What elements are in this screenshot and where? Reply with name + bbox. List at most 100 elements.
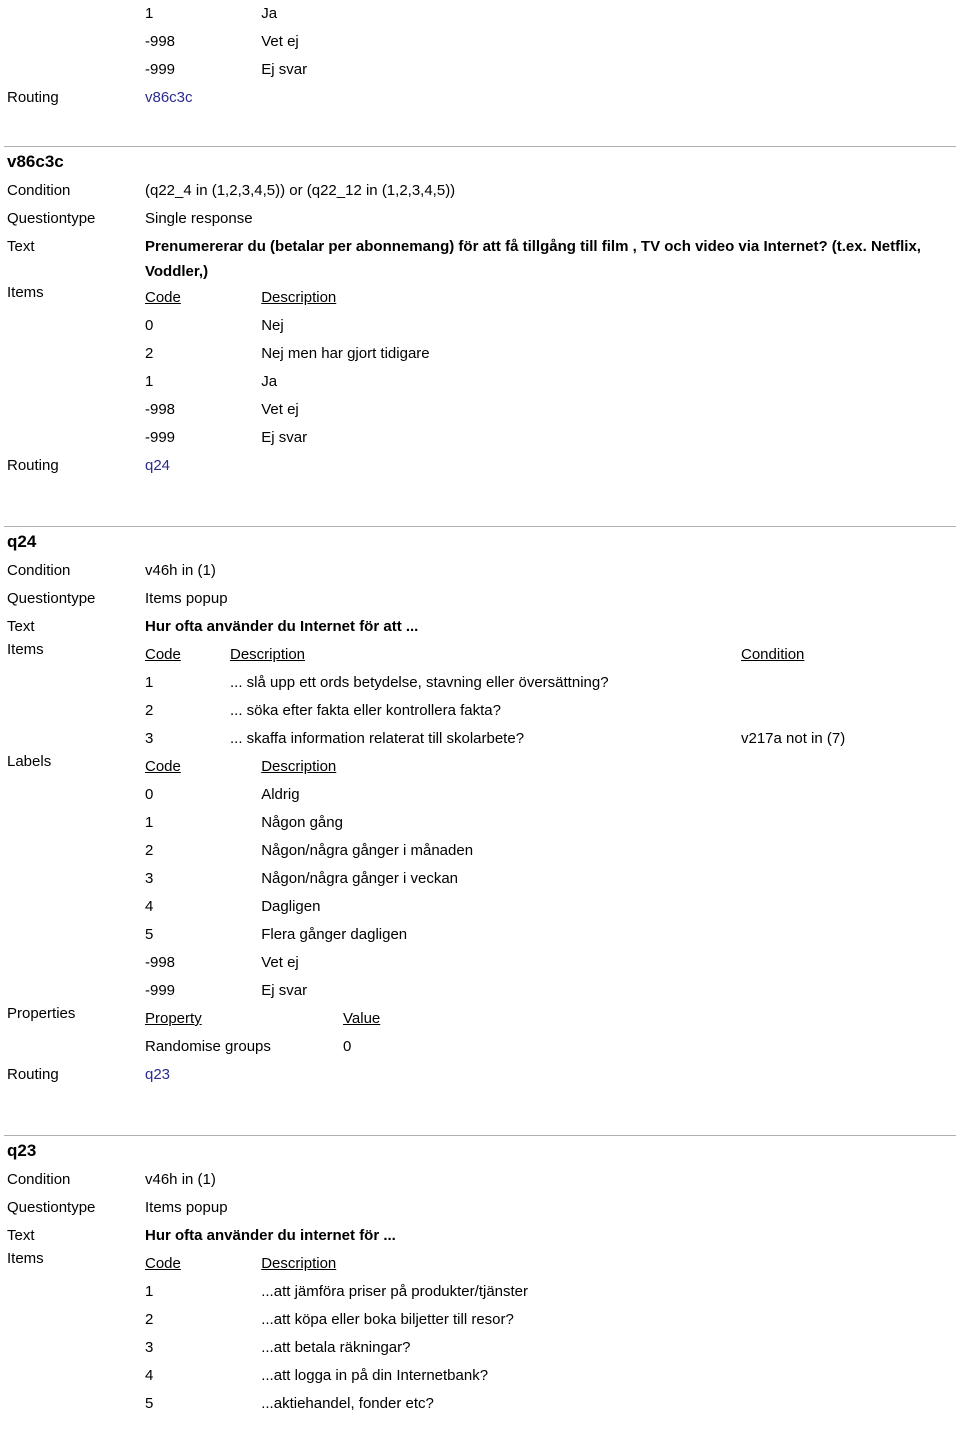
item-description: Vet ej (261, 401, 299, 418)
section-q23: q23 Condition v46h in (1) Questiontype I… (0, 1135, 960, 1418)
item-condition: v217a not in (7) (741, 730, 846, 747)
item-description: ...att köpa eller boka biljetter till re… (261, 1311, 514, 1328)
routing-link-q23[interactable]: q23 (145, 1061, 960, 1089)
items-table: Code Description 0 Nej 2 Nej men har gjo… (145, 284, 960, 452)
carryover-items-block: 1 Ja -998 Vet ej -999 Ej svar Routing v8… (0, 0, 960, 112)
table-row: 1 ...att jämföra priser på produkter/tjä… (145, 1278, 960, 1306)
section-title-q24: q24 (7, 532, 37, 551)
header-description: Description (261, 758, 337, 775)
label-description: Någon gång (261, 814, 343, 831)
routing-link-q24[interactable]: q24 (145, 452, 960, 480)
label-description: Flera gånger dagligen (261, 926, 408, 943)
carryover-items-table: 1 Ja -998 Vet ej -999 Ej svar (145, 0, 960, 84)
label-description: Någon/några gånger i månaden (261, 842, 474, 859)
label-code: 4 (145, 898, 154, 915)
routing-label: Routing (7, 1066, 59, 1083)
label-description: Ej svar (261, 982, 308, 999)
questiontype-value: Items popup (145, 590, 228, 607)
routing-row: Routing q24 (0, 452, 960, 480)
item-description: ... skaffa information relaterat till sk… (230, 730, 525, 747)
condition-value: v46h in (1) (145, 562, 216, 579)
item-code: -999 (145, 429, 176, 446)
header-code: Code (145, 758, 181, 775)
table-row: 0 Nej (145, 312, 960, 340)
item-description: Nej men har gjort tidigare (261, 345, 430, 362)
table-row: 4 Dagligen (145, 893, 960, 921)
properties-block: Properties Property Value Randomise grou… (0, 1005, 960, 1061)
item-description: ... slå upp ett ords betydelse, stavning… (230, 674, 609, 691)
section-title-q23: q23 (7, 1141, 37, 1160)
carryover-items-table-wrap: 1 Ja -998 Vet ej -999 Ej svar (0, 0, 960, 84)
table-row: 3 ... skaffa information relaterat till … (145, 725, 960, 753)
table-row: -999 Ej svar (145, 56, 960, 84)
table-row: 5 ...aktiehandel, fonder etc? (145, 1390, 960, 1418)
item-code: 2 (145, 345, 154, 362)
table-row: 1 Någon gång (145, 809, 960, 837)
items-table: Code Description Condition 1 ... slå upp… (145, 641, 960, 753)
header-property: Property (145, 1010, 202, 1027)
table-row: 4 ...att logga in på din Internetbank? (145, 1362, 960, 1390)
item-code: -998 (145, 401, 176, 418)
table-row: Randomise groups 0 (145, 1033, 960, 1061)
label-description: Vet ej (261, 954, 299, 971)
item-code: 3 (145, 730, 154, 747)
condition-row: Condition (q22_4 in (1,2,3,4,5)) or (q22… (0, 177, 960, 205)
table-row: 2 ...att köpa eller boka biljetter till … (145, 1306, 960, 1334)
section-v86c3c: v86c3c Condition (q22_4 in (1,2,3,4,5)) … (0, 146, 960, 480)
item-description: ...aktiehandel, fonder etc? (261, 1395, 434, 1412)
item-code: -998 (145, 33, 176, 50)
table-row: -999 Ej svar (145, 977, 960, 1005)
table-header-row: Code Description Condition (145, 641, 960, 669)
routing-label: Routing (7, 457, 59, 474)
label-description: Någon/några gånger i veckan (261, 870, 459, 887)
property-name: Randomise groups (145, 1038, 271, 1055)
table-row: 0 Aldrig (145, 781, 960, 809)
condition-label: Condition (7, 1171, 71, 1188)
table-row: 1 Ja (145, 0, 960, 28)
header-code: Code (145, 646, 181, 663)
table-row: -998 Vet ej (145, 949, 960, 977)
labels-table: Code Description 0 Aldrig 1 Någon gång 2… (145, 753, 960, 1005)
section-q24: q24 Condition v46h in (1) Questiontype I… (0, 526, 960, 1089)
table-row: 2 Någon/några gånger i månaden (145, 837, 960, 865)
item-code: 2 (145, 1311, 154, 1328)
question-text: Prenumererar du (betalar per abonnemang)… (145, 238, 921, 280)
text-label: Text (7, 1227, 35, 1244)
question-text: Hur ofta använder du internet för ... (145, 1227, 396, 1244)
condition-value: v46h in (1) (145, 1171, 216, 1188)
questiontype-row: Questiontype Items popup (0, 1194, 960, 1222)
header-condition: Condition (741, 646, 805, 663)
questiontype-label: Questiontype (7, 210, 96, 227)
routing-link-v86c3c[interactable]: v86c3c (145, 84, 960, 112)
text-row: Text Hur ofta använder du Internet för a… (0, 613, 960, 641)
table-header-row: Code Description (145, 1250, 960, 1278)
item-condition (741, 697, 960, 725)
carryover-items-spacer (0, 0, 145, 84)
questiontype-row: Questiontype Items popup (0, 585, 960, 613)
item-code: 4 (145, 1367, 154, 1384)
condition-value: (q22_4 in (1,2,3,4,5)) or (q22_12 in (1,… (145, 182, 456, 199)
table-row: 1 ... slå upp ett ords betydelse, stavni… (145, 669, 960, 697)
items-label: Items (7, 641, 44, 658)
item-description: Ja (261, 5, 278, 22)
questionnaire-spec-page: 1 Ja -998 Vet ej -999 Ej svar Routing v8… (0, 0, 960, 1432)
section-title-v86c3c: v86c3c (7, 152, 64, 171)
table-row: -999 Ej svar (145, 424, 960, 452)
carryover-routing-row: Routing v86c3c (0, 84, 960, 112)
item-description: Ej svar (261, 61, 308, 78)
table-header-row: Property Value (145, 1005, 960, 1033)
items-label: Items (7, 1250, 44, 1267)
label-code: 0 (145, 786, 154, 803)
text-label: Text (7, 618, 35, 635)
questiontype-row: Questiontype Single response (0, 205, 960, 233)
item-description: Nej (261, 317, 284, 334)
item-description: Ja (261, 373, 278, 390)
label-description: Dagligen (261, 898, 321, 915)
item-description: ...att jämföra priser på produkter/tjäns… (261, 1283, 529, 1300)
header-code: Code (145, 289, 181, 306)
item-description: ...att logga in på din Internetbank? (261, 1367, 489, 1384)
questiontype-value: Single response (145, 210, 253, 227)
label-code: 3 (145, 870, 154, 887)
label-code: -998 (145, 954, 176, 971)
